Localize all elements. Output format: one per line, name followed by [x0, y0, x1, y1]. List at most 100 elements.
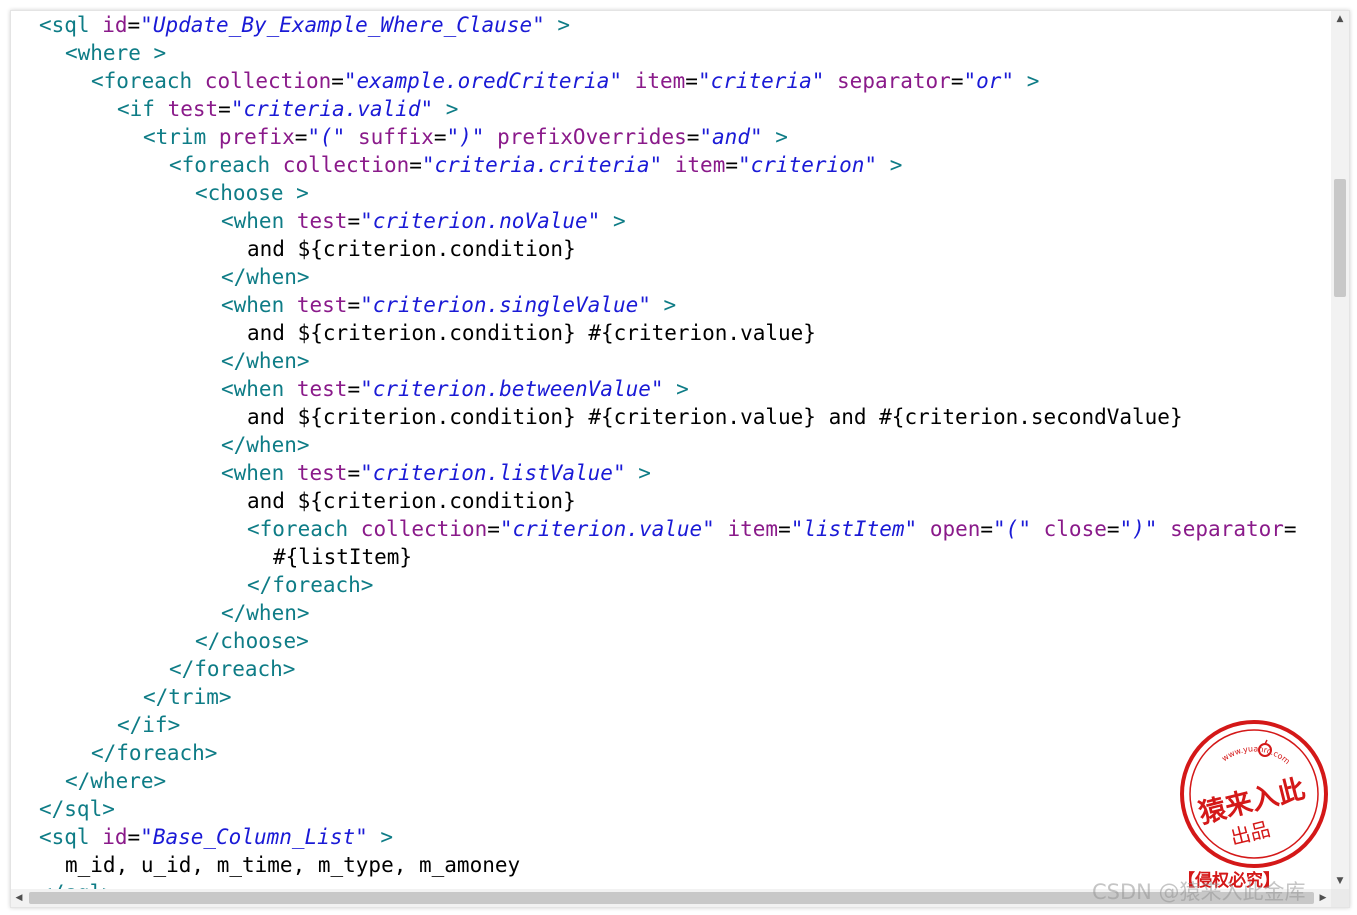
vertical-scrollbar[interactable]: ▲ ▼ — [1331, 11, 1349, 889]
code-token-attr: item — [634, 69, 686, 93]
code-line: <foreach collection="example.oredCriteri… — [91, 67, 1039, 95]
code-line: <if test="criteria.valid" > — [117, 95, 458, 123]
code-token-val: ")" — [1119, 517, 1158, 541]
code-line: <trim prefix="(" suffix=")" prefixOverri… — [143, 123, 788, 151]
code-line: <foreach collection="criterion.value" it… — [247, 515, 1297, 543]
code-line: <foreach collection="criteria.criteria" … — [169, 151, 902, 179]
code-token-txt: = — [127, 13, 141, 37]
code-token-tag: </trim> — [143, 685, 232, 709]
code-token-tag: > — [1014, 69, 1040, 93]
code-line: </foreach> — [247, 571, 373, 599]
code-token-tag: <sql — [39, 825, 103, 849]
code-token-attr: close — [1043, 517, 1107, 541]
code-token-tag: > — [600, 209, 626, 233]
code-line: </if> — [117, 711, 180, 739]
code-token-attr: separator — [837, 69, 951, 93]
code-token-txt: = — [950, 69, 964, 93]
code-token-val: "Update_By_Example_Where_Clause" — [140, 13, 545, 37]
code-token-txt: = — [409, 153, 422, 177]
code-token-tag: </choose> — [195, 629, 309, 653]
code-token-val: "criterion" — [738, 153, 878, 177]
code-line: </foreach> — [91, 739, 217, 767]
code-token-val: "criterion.singleValue" — [360, 293, 651, 317]
code-line: <choose > — [195, 179, 309, 207]
code-line: </when> — [221, 263, 310, 291]
code-token-val: "or" — [963, 69, 1015, 93]
code-line: </when> — [221, 431, 310, 459]
code-token-val: "criteria.valid" — [230, 97, 434, 121]
code-token-tag: <when — [221, 293, 297, 317]
code-token-txt: and ${criterion.condition} — [247, 489, 576, 513]
code-token-attr: collection — [204, 69, 332, 93]
code-token-val: "criterion.value" — [499, 517, 715, 541]
code-token-txt: = — [433, 125, 447, 149]
code-line: <when test="criterion.listValue" > — [221, 459, 651, 487]
code-token-tag: <when — [221, 377, 297, 401]
code-line: </foreach> — [169, 655, 295, 683]
code-line: and ${criterion.condition} #{criterion.v… — [247, 403, 1183, 431]
scroll-right-arrow-icon[interactable]: ▶ — [1315, 889, 1331, 907]
code-token-attr: collection — [360, 517, 488, 541]
code-token-tag: > — [663, 377, 689, 401]
code-token-attr: test — [296, 461, 348, 485]
code-token-txt: #{listItem} — [273, 545, 413, 569]
code-token-txt: = — [980, 517, 994, 541]
code-token-val: "listItem" — [790, 517, 918, 541]
code-token-tag: <foreach — [247, 517, 361, 541]
code-token-attr: test — [296, 209, 348, 233]
code-line: #{listItem} — [273, 543, 412, 571]
code-token-attr: prefixOverrides — [497, 125, 687, 149]
code-token-txt: = — [347, 209, 361, 233]
code-line: </choose> — [195, 627, 309, 655]
stamp-url: www.yuanrc.com — [1220, 744, 1291, 766]
code-token-tag: </when> — [221, 265, 310, 289]
code-token-tag: </sql> — [39, 881, 115, 889]
code-token-tag: <foreach — [91, 69, 205, 93]
scroll-left-arrow-icon[interactable]: ◀ — [11, 889, 27, 907]
code-token-txt: = — [487, 517, 500, 541]
code-token-attr: test — [167, 97, 219, 121]
code-token-attr: item — [727, 517, 779, 541]
code-token-txt: = — [294, 125, 308, 149]
code-token-txt: m_id, u_id, m_time, m_type, m_amoney — [65, 853, 521, 877]
code-line: </when> — [221, 599, 310, 627]
code-token-attr: id — [102, 825, 128, 849]
code-line: <when test="criterion.betweenValue" > — [221, 375, 689, 403]
code-token-tag: <when — [221, 461, 297, 485]
code-token-tag: </foreach> — [247, 573, 374, 597]
code-token-tag: <trim — [143, 125, 219, 149]
code-token-val: "Base_Column_List" — [140, 825, 368, 849]
code-line: <sql id="Base_Column_List" > — [39, 823, 393, 851]
scroll-down-arrow-icon[interactable]: ▼ — [1331, 873, 1349, 889]
code-token-tag: </if> — [117, 713, 181, 737]
code-token-val: "criteria" — [697, 69, 825, 93]
code-area[interactable]: <sql id="Update_By_Example_Where_Clause"… — [11, 11, 1331, 889]
code-token-txt: and ${criterion.condition} #{criterion.v… — [247, 321, 816, 345]
code-token-attr: separator — [1170, 517, 1284, 541]
code-token-attr: item — [674, 153, 726, 177]
code-token-tag: </foreach> — [91, 741, 218, 765]
code-token-tag: > — [762, 125, 788, 149]
code-token-tag: > — [877, 153, 903, 177]
vertical-scroll-thumb[interactable] — [1334, 179, 1346, 297]
code-line: </when> — [221, 347, 310, 375]
code-token-tag: > — [650, 293, 677, 317]
code-viewer-window: <sql id="Update_By_Example_Where_Clause"… — [10, 10, 1350, 908]
code-line: <sql id="Update_By_Example_Where_Clause"… — [39, 11, 570, 39]
code-token-val: "criterion.noValue" — [360, 209, 601, 233]
code-token-txt: = — [347, 293, 361, 317]
code-token-tag: </where> — [65, 769, 167, 793]
seal-stamp: www.yuanrc.com 猿来入此 出品 — [1180, 720, 1328, 868]
code-line: and ${criterion.condition} — [247, 487, 576, 515]
code-token-tag: </when> — [221, 349, 310, 373]
csdn-watermark: CSDN @猿来入此金库 — [1092, 880, 1306, 904]
code-token-val: "and" — [699, 125, 763, 149]
scroll-up-arrow-icon[interactable]: ▲ — [1331, 11, 1349, 27]
code-token-txt: = — [218, 97, 231, 121]
code-token-txt: = — [778, 517, 791, 541]
